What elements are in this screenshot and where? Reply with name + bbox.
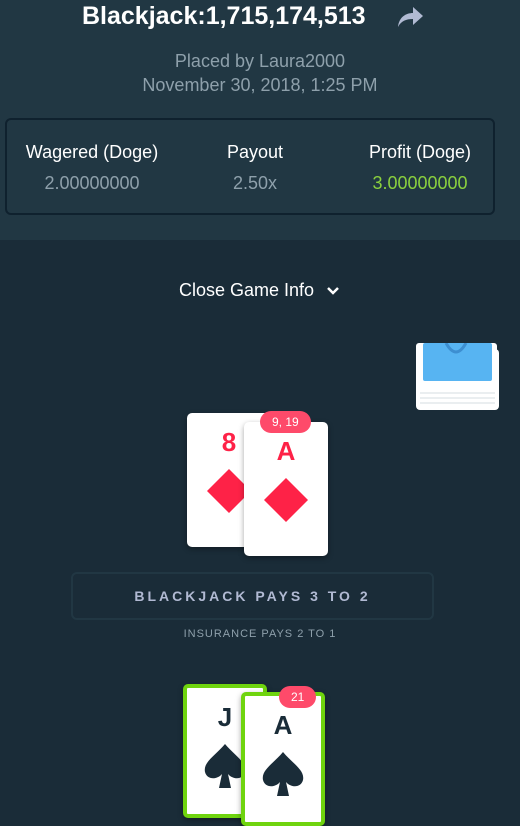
profit-value: 3.00000000 (372, 173, 468, 193)
player-total-badge: 21 (279, 686, 317, 708)
player-card: A (241, 692, 325, 826)
bet-date: November 30, 2018, 1:25 PM (142, 75, 378, 95)
diamond-icon (264, 478, 308, 522)
bet-stats-box: Wagered (Doge) 2.00000000 Payout 2.50x P… (5, 118, 495, 215)
wagered-value: 2.00000000 (44, 173, 140, 193)
profit-stat: Profit (Doge) 3.00000000 (345, 142, 495, 194)
payout-stat: Payout 2.50x (195, 142, 315, 194)
payout-label: Payout (226, 142, 284, 162)
spade-icon (262, 752, 304, 796)
card-rank: A (273, 710, 293, 740)
blackjack-pays-banner: BLACKJACK PAYS 3 TO 2 (71, 572, 434, 620)
card-deck (416, 343, 499, 410)
close-game-info-label: Close Game Info (178, 280, 315, 300)
close-game-info-button[interactable]: Close Game Info (0, 280, 520, 301)
bet-details-panel: Blackjack:1,715,174,513 Placed by Laura2… (0, 0, 520, 240)
insurance-pays-text: INSURANCE PAYS 2 TO 1 (183, 628, 337, 640)
wagered-stat: Wagered (Doge) 2.00000000 (17, 142, 167, 194)
card-rank: A (276, 436, 296, 466)
dealer-total-badge: 9, 19 (260, 411, 311, 433)
chevron-down-icon (327, 287, 339, 296)
profit-label: Profit (Doge) (368, 142, 472, 162)
placed-by-text: Placed by Laura2000 (174, 51, 346, 71)
payout-value: 2.50x (232, 173, 278, 193)
share-icon[interactable] (396, 5, 424, 29)
bet-title: Blackjack:1,715,174,513 (82, 2, 366, 30)
dealer-card: A (244, 422, 328, 556)
wagered-label: Wagered (Doge) (25, 142, 159, 162)
title-row: Blackjack:1,715,174,513 (0, 0, 520, 36)
